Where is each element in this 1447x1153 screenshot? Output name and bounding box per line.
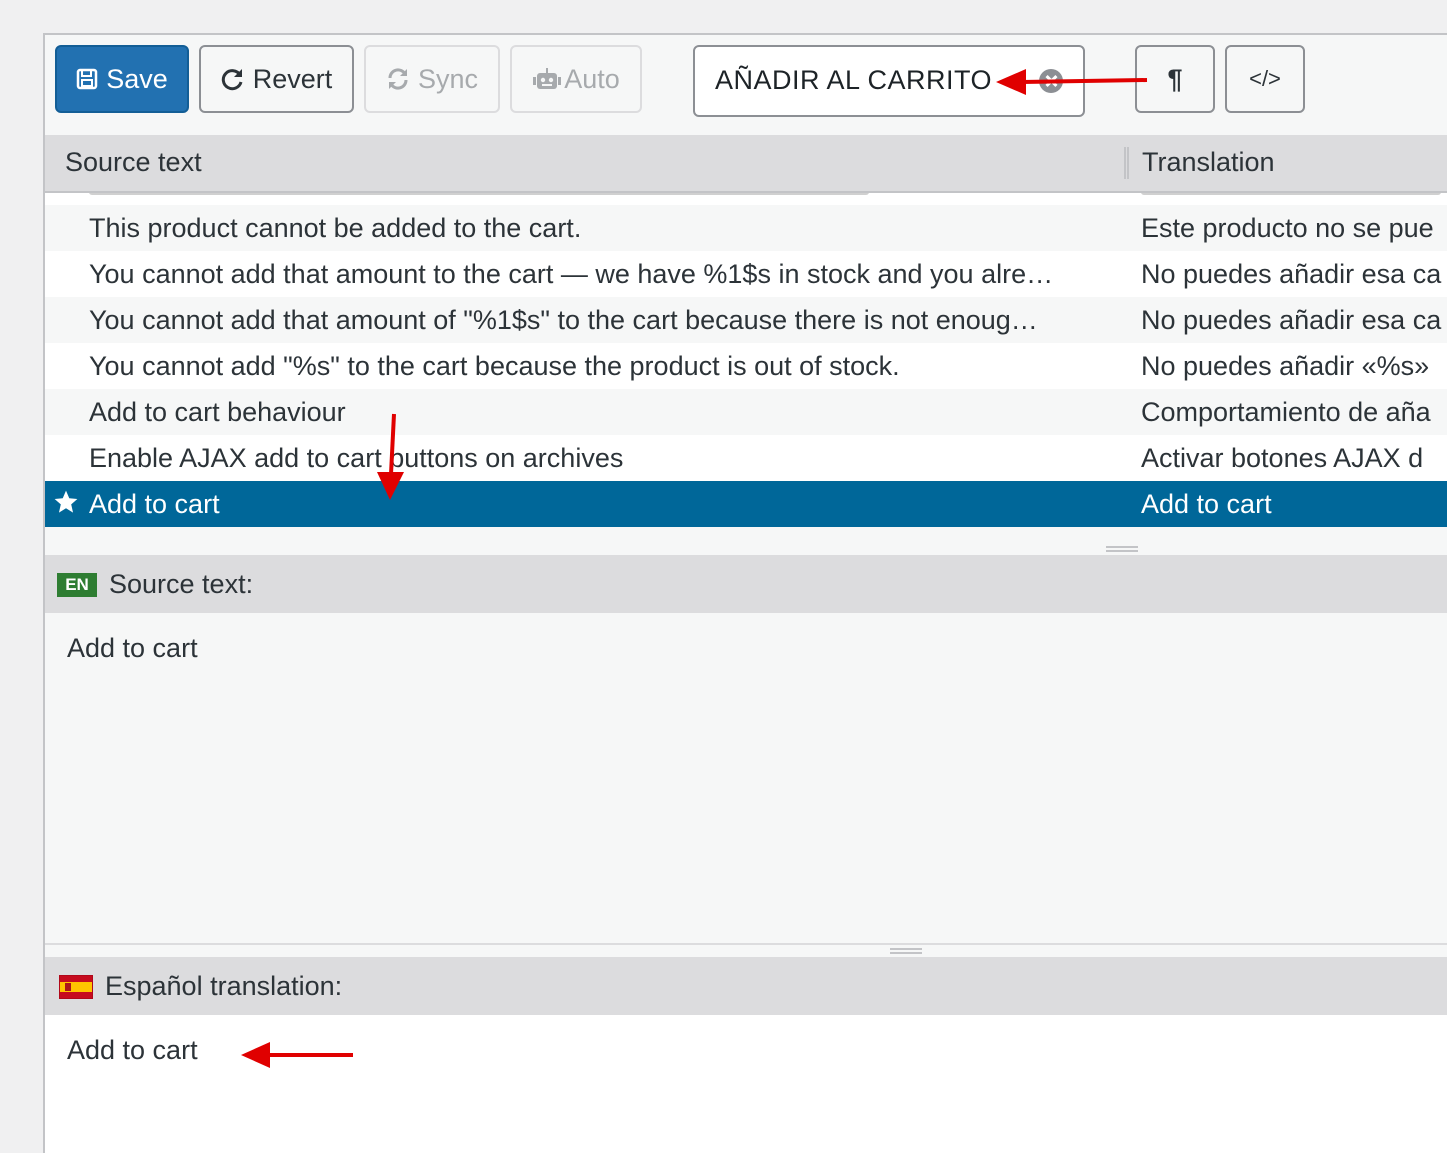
toolbar: Save Revert Sync Auto AÑADIR AL CARRITO …	[45, 35, 1447, 135]
sync-icon	[386, 67, 410, 91]
auto-button[interactable]: Auto	[510, 45, 642, 113]
translation-pane-header: Español translation:	[45, 957, 1447, 1015]
list-item-translation: Este producto no se pue	[1141, 213, 1434, 243]
search-value: AÑADIR AL CARRITO	[715, 65, 993, 95]
translation-editor[interactable]: Add to cart	[45, 1015, 1447, 1153]
save-icon	[76, 68, 98, 90]
spain-flag-icon	[59, 975, 93, 999]
pane-splitter[interactable]	[45, 945, 1447, 957]
list-item-translation: Activar botones AJAX d	[1141, 443, 1424, 473]
list-item-translation: Comportamiento de aña	[1141, 397, 1431, 427]
search-input[interactable]: AÑADIR AL CARRITO	[693, 45, 1085, 117]
list-header: Source text Translation	[45, 135, 1447, 193]
list-item-source: Enable AJAX add to cart buttons on archi…	[89, 443, 624, 473]
list-item-source: You cannot add that amount to the cart —…	[89, 259, 1054, 289]
sync-label: Sync	[417, 63, 479, 94]
source-pane-label: Source text:	[109, 569, 254, 599]
column-resize-handle[interactable]	[1124, 147, 1129, 179]
column-header-source[interactable]: Source text	[65, 147, 202, 178]
list-item-source: Add to cart behaviour	[89, 397, 346, 427]
star-icon	[53, 489, 79, 522]
code-icon: </>	[1249, 66, 1281, 91]
list-item-source: You cannot add that amount of "%1$s" to …	[89, 305, 1038, 335]
list-item-translation: No puedes añadir «%s»	[1141, 351, 1430, 381]
auto-label: Auto	[564, 63, 620, 94]
partially-hidden-row	[45, 193, 1447, 205]
list-item[interactable]: You cannot add that amount to the cart —…	[45, 251, 1447, 297]
splitter-grip-icon[interactable]	[890, 948, 922, 954]
list-item-source: Add to cart	[89, 489, 220, 519]
translation-text[interactable]: Add to cart	[67, 1035, 198, 1066]
language-badge-en: EN	[57, 573, 97, 597]
list-item[interactable]: Enable AJAX add to cart buttons on archi…	[45, 435, 1447, 481]
splitter-grip-icon[interactable]	[1106, 546, 1138, 552]
source-text: Add to cart	[67, 633, 198, 663]
save-label: Save	[106, 63, 168, 94]
refresh-icon	[221, 67, 245, 91]
list-item[interactable]: This product cannot be added to the cart…	[45, 205, 1447, 251]
list-item-translation: No puedes añadir esa ca	[1141, 259, 1442, 289]
sync-button[interactable]: Sync	[364, 45, 500, 113]
robot-icon	[532, 67, 562, 91]
list-item-source: You cannot add "%s" to the cart because …	[89, 351, 900, 381]
code-view-button[interactable]: </>	[1225, 45, 1305, 113]
list-item[interactable]: You cannot add that amount of "%1$s" to …	[45, 297, 1447, 343]
column-header-translation[interactable]: Translation	[1142, 147, 1275, 178]
invisibles-toggle-button[interactable]: ¶	[1135, 45, 1215, 113]
revert-button[interactable]: Revert	[199, 45, 354, 113]
list-item[interactable]: You cannot add "%s" to the cart because …	[45, 343, 1447, 389]
list-item[interactable]: Add to cart behaviour Comportamiento de …	[45, 389, 1447, 435]
list-item-translation: Add to cart	[1141, 489, 1272, 519]
source-pane-header: EN Source text:	[45, 555, 1447, 613]
list-item-selected[interactable]: Add to cart Add to cart	[45, 481, 1447, 527]
clear-search-icon[interactable]	[1039, 69, 1063, 93]
save-button[interactable]: Save	[55, 45, 189, 113]
editor-frame: Save Revert Sync Auto AÑADIR AL CARRITO …	[43, 33, 1447, 1153]
translation-pane-label: Español translation:	[105, 971, 343, 1001]
list-item-source: This product cannot be added to the cart…	[89, 213, 582, 243]
pilcrow-icon: ¶	[1167, 63, 1183, 94]
source-text-pane: Add to cart	[45, 613, 1447, 945]
string-list: This product cannot be added to the cart…	[45, 193, 1447, 545]
pane-splitter[interactable]	[45, 543, 1447, 555]
list-item-translation: No puedes añadir esa ca	[1141, 305, 1442, 335]
revert-label: Revert	[252, 63, 333, 94]
